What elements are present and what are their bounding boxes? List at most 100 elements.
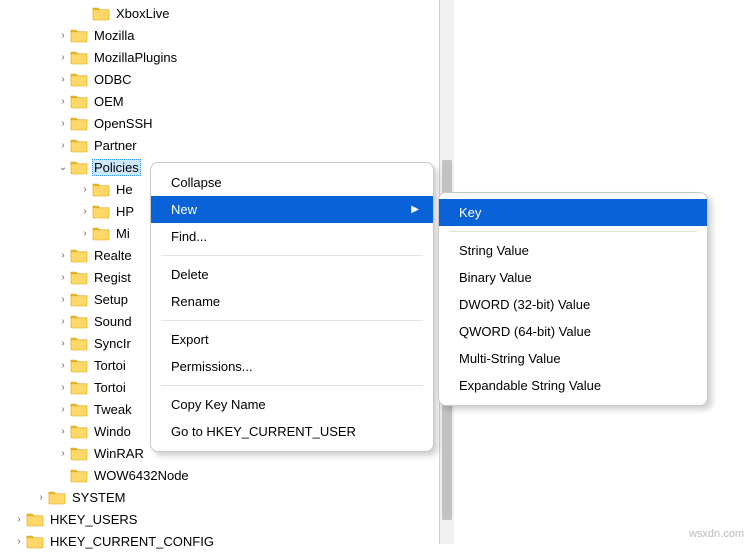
folder-icon xyxy=(70,93,88,109)
tree-node[interactable]: › OpenSSH xyxy=(0,112,439,134)
chevron-right-icon[interactable]: › xyxy=(56,50,70,64)
submenu-item-key[interactable]: Key xyxy=(439,199,707,226)
chevron-right-icon[interactable]: › xyxy=(78,226,92,240)
chevron-right-icon[interactable]: › xyxy=(78,182,92,196)
folder-icon xyxy=(70,445,88,461)
tree-node-label: XboxLive xyxy=(114,5,171,22)
folder-icon xyxy=(26,511,44,527)
tree-node[interactable]: › HKEY_USERS xyxy=(0,508,439,530)
tree-node-label: WinRAR xyxy=(92,445,146,462)
folder-icon xyxy=(70,291,88,307)
tree-node-label: Policies xyxy=(92,159,141,176)
submenu-item-expandable[interactable]: Expandable String Value xyxy=(439,372,707,399)
chevron-right-icon: › xyxy=(56,468,70,482)
tree-node[interactable]: › Mozilla xyxy=(0,24,439,46)
chevron-right-icon[interactable]: › xyxy=(56,314,70,328)
menu-label: Go to HKEY_CURRENT_USER xyxy=(171,424,356,439)
menu-item-collapse[interactable]: Collapse xyxy=(151,169,433,196)
chevron-right-icon[interactable]: › xyxy=(12,512,26,526)
chevron-right-icon[interactable]: › xyxy=(56,116,70,130)
folder-icon xyxy=(70,159,88,175)
menu-separator xyxy=(449,231,697,232)
submenu-arrow-icon: ▶ xyxy=(411,204,419,215)
menu-item-permissions[interactable]: Permissions... xyxy=(151,353,433,380)
tree-node-label: HKEY_USERS xyxy=(48,511,139,528)
chevron-right-icon[interactable]: › xyxy=(56,424,70,438)
tree-node-label: Tortoi xyxy=(92,379,128,396)
tree-node-label: MozillaPlugins xyxy=(92,49,179,66)
tree-node[interactable]: › Partner xyxy=(0,134,439,156)
folder-icon xyxy=(70,357,88,373)
chevron-right-icon[interactable]: › xyxy=(56,138,70,152)
menu-separator xyxy=(161,385,423,386)
menu-label: Delete xyxy=(171,267,209,282)
tree-node[interactable]: › HKEY_CURRENT_CONFIG xyxy=(0,530,439,552)
chevron-right-icon[interactable]: › xyxy=(56,358,70,372)
menu-item-delete[interactable]: Delete xyxy=(151,261,433,288)
chevron-right-icon[interactable]: › xyxy=(56,270,70,284)
menu-label: Find... xyxy=(171,229,207,244)
chevron-right-icon[interactable]: › xyxy=(56,292,70,306)
chevron-right-icon[interactable]: › xyxy=(34,490,48,504)
chevron-right-icon[interactable]: › xyxy=(56,402,70,416)
chevron-right-icon[interactable]: › xyxy=(56,336,70,350)
tree-node[interactable]: › WOW6432Node xyxy=(0,464,439,486)
menu-item-rename[interactable]: Rename xyxy=(151,288,433,315)
tree-node-label: HP xyxy=(114,203,136,220)
submenu-item-multistring[interactable]: Multi-String Value xyxy=(439,345,707,372)
tree-node-label: HKEY_CURRENT_CONFIG xyxy=(48,533,216,550)
menu-label: New xyxy=(171,202,197,217)
folder-icon xyxy=(70,137,88,153)
chevron-right-icon[interactable]: › xyxy=(56,248,70,262)
folder-icon xyxy=(70,247,88,263)
submenu-item-qword[interactable]: QWORD (64-bit) Value xyxy=(439,318,707,345)
chevron-right-icon[interactable]: › xyxy=(56,380,70,394)
tree-node-label: SYSTEM xyxy=(70,489,127,506)
menu-label: Rename xyxy=(171,294,220,309)
menu-item-goto[interactable]: Go to HKEY_CURRENT_USER xyxy=(151,418,433,445)
folder-icon xyxy=(70,115,88,131)
menu-label: Collapse xyxy=(171,175,222,190)
tree-node-label: He xyxy=(114,181,135,198)
chevron-right-icon[interactable]: › xyxy=(56,28,70,42)
chevron-right-icon[interactable]: › xyxy=(56,94,70,108)
folder-icon xyxy=(70,401,88,417)
folder-icon xyxy=(92,5,110,21)
submenu-item-binary[interactable]: Binary Value xyxy=(439,264,707,291)
chevron-right-icon[interactable]: › xyxy=(12,534,26,548)
tree-node[interactable]: › SYSTEM xyxy=(0,486,439,508)
new-submenu: Key String Value Binary Value DWORD (32-… xyxy=(438,192,708,406)
menu-item-copy-key-name[interactable]: Copy Key Name xyxy=(151,391,433,418)
submenu-item-string[interactable]: String Value xyxy=(439,237,707,264)
folder-icon xyxy=(92,181,110,197)
menu-label: Copy Key Name xyxy=(171,397,266,412)
tree-node-label: Mozilla xyxy=(92,27,136,44)
submenu-item-dword[interactable]: DWORD (32-bit) Value xyxy=(439,291,707,318)
menu-label: Key xyxy=(459,205,481,220)
menu-item-export[interactable]: Export xyxy=(151,326,433,353)
tree-node[interactable]: › MozillaPlugins xyxy=(0,46,439,68)
folder-icon xyxy=(70,27,88,43)
chevron-right-icon[interactable]: › xyxy=(78,204,92,218)
chevron-right-icon[interactable]: › xyxy=(56,72,70,86)
folder-icon xyxy=(48,489,66,505)
menu-item-find[interactable]: Find... xyxy=(151,223,433,250)
context-menu: Collapse New ▶ Find... Delete Rename Exp… xyxy=(150,162,434,452)
folder-icon xyxy=(70,313,88,329)
menu-label: Expandable String Value xyxy=(459,378,601,393)
tree-node-label: OEM xyxy=(92,93,126,110)
tree-node[interactable]: › XboxLive xyxy=(0,2,439,24)
chevron-down-icon[interactable]: ⌄ xyxy=(56,160,70,174)
tree-node[interactable]: › ODBC xyxy=(0,68,439,90)
menu-item-new[interactable]: New ▶ xyxy=(151,196,433,223)
menu-label: Permissions... xyxy=(171,359,253,374)
chevron-right-icon[interactable]: › xyxy=(56,446,70,460)
menu-label: DWORD (32-bit) Value xyxy=(459,297,590,312)
menu-label: QWORD (64-bit) Value xyxy=(459,324,591,339)
folder-icon xyxy=(92,203,110,219)
tree-node-label: Mi xyxy=(114,225,132,242)
tree-node-label: Regist xyxy=(92,269,133,286)
tree-node[interactable]: › OEM xyxy=(0,90,439,112)
tree-node-label: Tweak xyxy=(92,401,134,418)
tree-node-label: OpenSSH xyxy=(92,115,155,132)
